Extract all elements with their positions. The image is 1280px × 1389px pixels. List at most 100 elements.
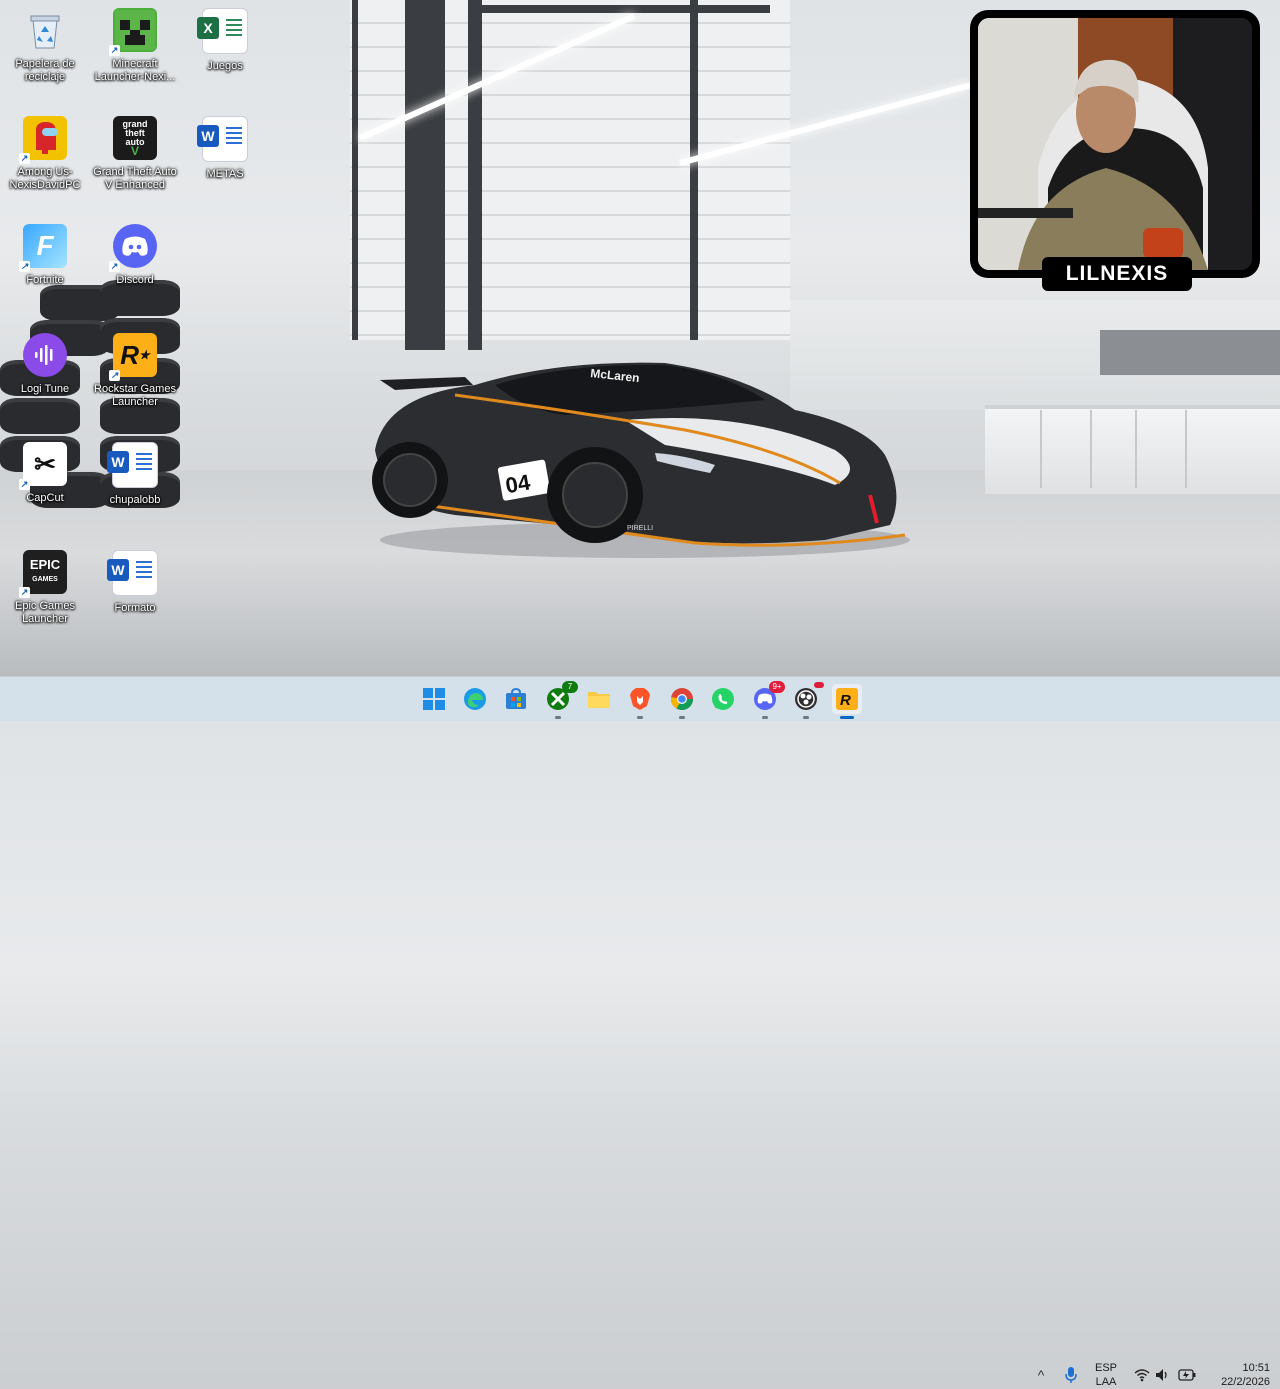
rockstar-icon: R	[836, 688, 858, 710]
battery-icon[interactable]	[1178, 1366, 1196, 1384]
recycle-bin-icon	[23, 8, 67, 52]
fortnite-icon: F ↗	[19, 224, 67, 272]
wallpaper-beam	[405, 0, 445, 350]
taskbar-whatsapp-button[interactable]	[708, 684, 738, 714]
logi-tune-icon	[23, 333, 67, 377]
discord-icon: ↗	[109, 224, 157, 272]
wallpaper-cabinets	[985, 405, 1280, 494]
taskbar-discord-button[interactable]: 9+	[750, 681, 785, 719]
volume-icon[interactable]	[1154, 1366, 1172, 1384]
brave-icon	[630, 688, 650, 710]
desktop-icon-logi-tune[interactable]: Logi Tune	[2, 333, 88, 396]
desktop-icon-metas[interactable]: W METAS	[182, 116, 268, 181]
taskbar-rockstar-button[interactable]: R	[832, 684, 862, 719]
svg-text:R: R	[840, 692, 851, 709]
wallpaper-cabinet-line	[1185, 410, 1187, 488]
keyboard-layout: LAA	[1095, 1376, 1117, 1388]
gta-icon: grand theft auto V	[113, 116, 157, 160]
word-icon: W	[107, 442, 158, 488]
show-hidden-icons-chevron-icon[interactable]: ^	[1032, 1366, 1050, 1384]
desktop-icon-label: Minecraft Launcher-Nexi...	[94, 58, 176, 83]
running-indicator	[762, 716, 768, 719]
desktop-icon-label: chupalobb	[109, 494, 161, 506]
discord-notification-badge: 9+	[769, 681, 785, 693]
desktop-icon-minecraft-launcher[interactable]: ↗ Minecraft Launcher-Nexi...	[92, 8, 178, 84]
taskbar-edge-button[interactable]	[460, 684, 490, 714]
desktop-icon-label: Rockstar Games Launcher	[94, 383, 176, 408]
desktop-icon-juegos[interactable]: X Juegos	[182, 8, 268, 73]
wallpaper-beam	[352, 0, 358, 340]
shortcut-arrow-icon: ↗	[19, 153, 30, 164]
clock[interactable]: 10:51 22/2/2026	[1204, 1361, 1270, 1389]
tire-brand-text: PIRELLI	[627, 525, 653, 532]
wallpaper-panel	[1100, 330, 1280, 375]
shortcut-arrow-icon: ↗	[109, 45, 120, 56]
desktop-icon-fortnite[interactable]: F ↗ Fortnite	[2, 224, 88, 287]
active-indicator	[840, 716, 854, 719]
webcam-name-tag: LILNEXIS	[1042, 257, 1192, 291]
whatsapp-icon	[712, 688, 734, 710]
taskbar-file-explorer-button[interactable]	[584, 684, 614, 714]
word-icon: W	[197, 116, 248, 162]
clock-date: 22/2/2026	[1221, 1376, 1270, 1388]
wifi-icon[interactable]	[1133, 1366, 1151, 1384]
running-indicator	[637, 716, 643, 719]
desktop-icon-label: Epic Games Launcher	[15, 600, 75, 625]
epic-games-icon: EPIC GAMES ↗	[19, 550, 67, 598]
desktop-icon-label: Fortnite	[26, 274, 64, 286]
taskbar-xbox-button[interactable]: 7	[543, 681, 578, 719]
car-number: 04	[504, 469, 533, 498]
desktop-icon-label: Logi Tune	[20, 383, 70, 395]
wallpaper-beam	[468, 0, 482, 350]
shortcut-arrow-icon: ↗	[19, 479, 30, 490]
running-indicator	[555, 716, 561, 719]
language-indicator[interactable]: ESP LAA	[1090, 1361, 1122, 1389]
desktop-icon-label: METAS	[206, 168, 244, 180]
among-us-icon: ↗	[19, 116, 67, 164]
shortcut-arrow-icon: ↗	[109, 261, 120, 272]
desktop-icon-chupalobb[interactable]: W chupalobb	[92, 442, 178, 507]
capcut-icon: ✂ ↗	[19, 442, 67, 490]
running-indicator	[679, 716, 685, 719]
taskbar-obs-button[interactable]	[791, 682, 824, 719]
rockstar-icon: R ★ ↗	[109, 333, 157, 381]
desktop-icon-discord[interactable]: ↗ Discord	[92, 224, 178, 287]
language-code: ESP	[1094, 1362, 1117, 1374]
obs-icon	[795, 688, 817, 710]
word-icon: W	[107, 550, 158, 596]
desktop-icon-among-us[interactable]: ↗ Among Us-NexisDavidPC	[2, 116, 88, 192]
store-icon	[506, 688, 526, 709]
wallpaper-cabinet-line	[1090, 410, 1092, 488]
taskbar-chrome-button[interactable]	[667, 684, 697, 719]
desktop-icon-label: Grand Theft Auto V Enhanced	[93, 166, 177, 191]
clock-time: 10:51	[1242, 1362, 1270, 1374]
desktop-icon-gta-v[interactable]: grand theft auto V Grand Theft Auto V Enhan…	[92, 116, 178, 192]
webcam-feed	[978, 18, 1252, 270]
excel-icon: X	[197, 8, 248, 54]
desktop-icon-capcut[interactable]: ✂ ↗ CapCut	[2, 442, 88, 505]
taskbar-brave-button[interactable]	[625, 684, 655, 719]
taskbar-store-button[interactable]	[501, 684, 531, 714]
desktop-icon-label: Discord	[116, 274, 154, 286]
desktop-icon-label: Among Us-NexisDavidPC	[9, 166, 81, 191]
desktop-icon-label: Juegos	[207, 60, 243, 72]
microphone-icon[interactable]	[1062, 1366, 1080, 1384]
wallpaper-beam	[480, 5, 770, 13]
taskbar: 7 9+ R ^ ESP LAA 10:51 22/2/2026	[0, 676, 1280, 1388]
wallpaper-race-car: 04 McLaren PIRELLI	[372, 362, 910, 558]
desktop-icon-formato[interactable]: W Formato	[92, 550, 178, 615]
wallpaper-cabinet-line	[1135, 410, 1137, 488]
desktop-icon-epic-games[interactable]: EPIC GAMES ↗ Epic Games Launcher	[2, 550, 88, 626]
wallpaper-beam	[690, 0, 698, 340]
wallpaper-cabinet-line	[1040, 410, 1042, 488]
shortcut-arrow-icon: ↗	[19, 261, 30, 272]
taskbar-start-button[interactable]	[419, 684, 449, 714]
edge-icon	[464, 688, 486, 710]
obs-recording-indicator	[814, 682, 824, 688]
desktop-icon-label: Papelera de reciclaje	[15, 58, 75, 83]
xbox-notification-badge: 7	[562, 681, 578, 693]
minecraft-icon: ↗	[109, 8, 157, 56]
desktop-icon-rockstar-launcher[interactable]: R ★ ↗ Rockstar Games Launcher	[92, 333, 178, 409]
shortcut-arrow-icon: ↗	[109, 370, 120, 381]
desktop-icon-recycle-bin[interactable]: Papelera de reciclaje	[2, 8, 88, 84]
